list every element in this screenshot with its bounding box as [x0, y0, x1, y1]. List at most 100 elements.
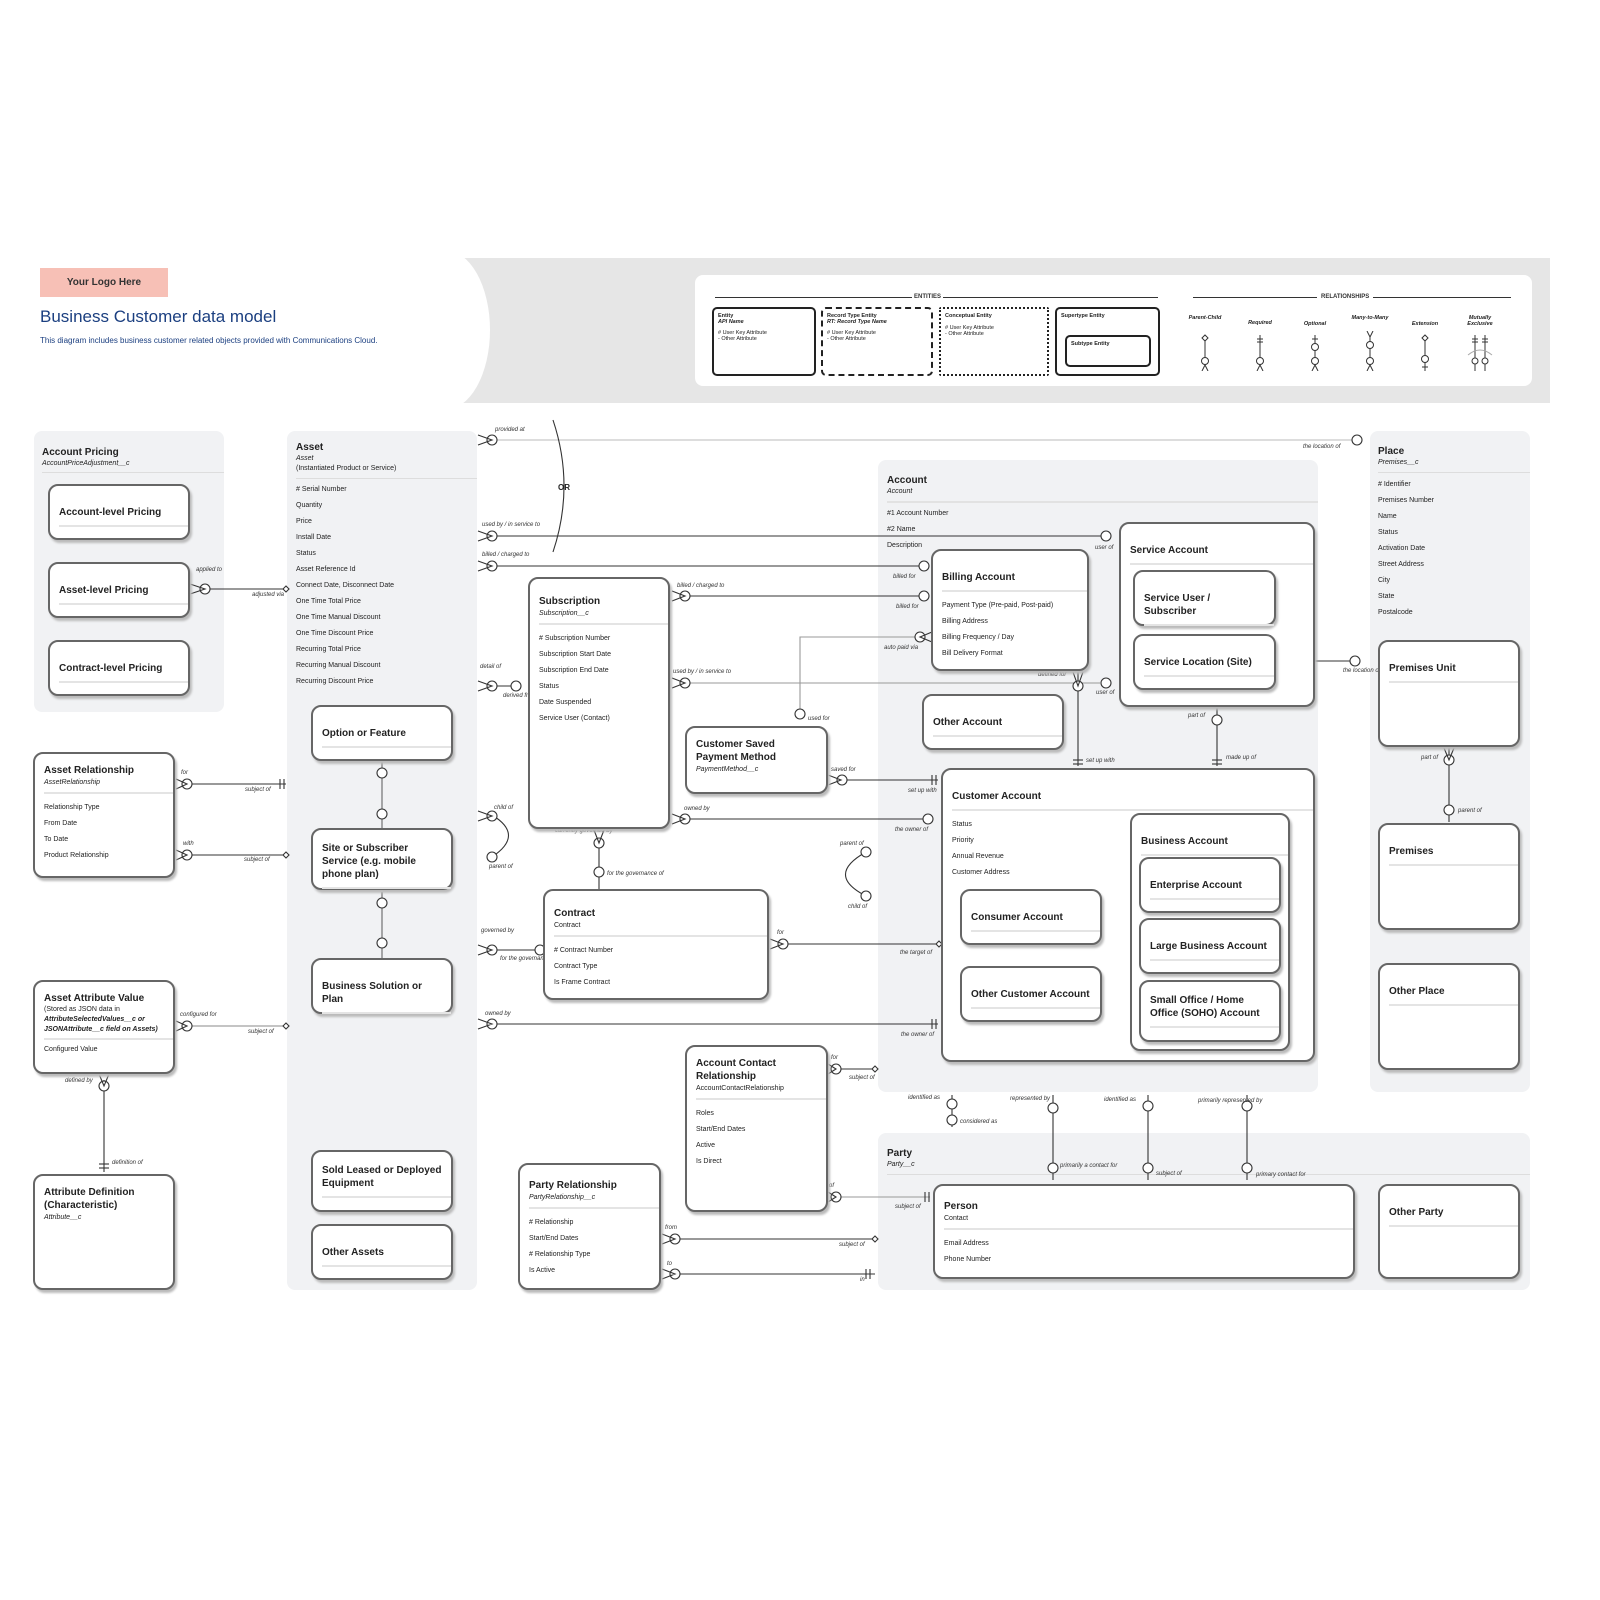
entity-description: AttributeSelectedValues__c or — [44, 1016, 145, 1023]
relationship-label: primarily a contact for — [1060, 1163, 1118, 1169]
relationship-label: subject of — [1156, 1171, 1182, 1177]
relationship-label: parent of — [1458, 808, 1482, 814]
attribute: Payment Type (Pre-paid, Post-paid) — [942, 602, 1054, 609]
entity-large-business-account[interactable]: Large Business Account — [1139, 918, 1281, 974]
attribute: To Date — [44, 836, 69, 843]
entity-premises-unit[interactable]: Premises Unit — [1378, 640, 1520, 747]
entity-title: Service Location (Site) — [1144, 657, 1252, 668]
entity-title: Consumer Account — [971, 912, 1063, 923]
relationship-label: the location of — [1343, 668, 1381, 674]
relationship-label: from — [665, 1225, 677, 1231]
entity-title: Other Place — [1389, 986, 1445, 997]
relationship-label: used for — [808, 716, 830, 722]
entity-other-customer-account[interactable]: Other Customer Account — [960, 966, 1102, 1022]
attribute: Service User (Contact) — [539, 715, 610, 722]
relationship-label: the location of — [1303, 444, 1341, 450]
relationship-label: set up with — [908, 788, 937, 794]
entity-title: Customer Account — [952, 791, 1042, 802]
relationship-label: made up of — [1226, 755, 1257, 761]
relationship-label: in — [860, 1277, 865, 1283]
entity-billing-account[interactable]: Billing Account Payment Type (Pre-paid, … — [931, 549, 1089, 671]
entity-account-level-pricing[interactable]: Account-level Pricing — [48, 484, 190, 540]
entity-enterprise-account[interactable]: Enterprise Account — [1139, 857, 1281, 913]
entity-soho-account[interactable]: Small Office / Home Office (SOHO) Accoun… — [1139, 980, 1281, 1042]
relationship-label: to — [667, 1261, 673, 1267]
relationship-label: subject of — [849, 1075, 875, 1081]
entity-title: Other Customer Account — [971, 989, 1090, 1000]
entity-title: Site or Subscriber Service (e.g. mobile … — [322, 843, 416, 880]
attribute: Product Relationship — [44, 852, 109, 859]
entity-other-party[interactable]: Other Party — [1378, 1184, 1520, 1279]
attribute: Billing Frequency / Day — [942, 634, 1014, 641]
entity-attribute-definition[interactable]: Attribute Definition (Characteristic) At… — [33, 1174, 175, 1290]
entity-asset-attribute-value[interactable]: Asset Attribute Value (Stored as JSON da… — [33, 980, 175, 1074]
entity-title: Contract-level Pricing — [59, 663, 163, 674]
attribute: # Contract Number — [554, 947, 614, 954]
entity-title: Option or Feature — [322, 728, 406, 739]
entity-title: Party Relationship — [529, 1180, 617, 1191]
entity-title: Other Account — [933, 717, 1003, 728]
relationship-label: identified as — [908, 1095, 941, 1101]
entity-title: Billing Account — [942, 572, 1015, 583]
relationship-label: the target of — [900, 950, 933, 956]
relationship-label: user of — [1096, 690, 1115, 696]
entity-site-or-subscriber-service[interactable]: Site or Subscriber Service (e.g. mobile … — [311, 828, 453, 890]
entity-title: Subscription — [539, 596, 601, 607]
relationship-label: configured for — [180, 1012, 217, 1018]
entity-title: Service Account — [1130, 545, 1208, 556]
entity-api-name: AssetRelationship — [44, 779, 101, 786]
entity-title: Attribute Definition (Characteristic) — [44, 1187, 135, 1211]
relationship-label: for — [777, 930, 785, 936]
relationship-label: for the governance of — [607, 871, 664, 877]
entity-person[interactable]: Person Contact Email Address Phone Number — [933, 1184, 1355, 1279]
relationship-label: represented by — [1010, 1096, 1051, 1102]
relationship-label: primary contact for — [1256, 1172, 1306, 1178]
attribute: Relationship Type — [44, 804, 100, 811]
entity-service-location[interactable]: Service Location (Site) — [1133, 634, 1276, 690]
entity-title: Contract — [554, 908, 596, 919]
entity-asset-level-pricing[interactable]: Asset-level Pricing — [48, 562, 190, 618]
entity-other-account[interactable]: Other Account — [922, 694, 1064, 750]
entity-title: Large Business Account — [1150, 941, 1267, 952]
relationship-lines — [98, 419, 1455, 1280]
entity-title: Small Office / Home Office (SOHO) Accoun… — [1150, 995, 1260, 1019]
relationship-label: adjusted via — [252, 592, 285, 598]
entity-title: Account Contact Relationship — [696, 1058, 776, 1082]
relationship-label: owned by — [485, 1011, 511, 1017]
entity-premises[interactable]: Premises — [1378, 823, 1520, 930]
attribute: Subscription End Date — [539, 667, 609, 674]
attribute: Start/End Dates — [696, 1126, 746, 1133]
entity-option-or-feature[interactable]: Option or Feature — [311, 705, 453, 761]
entity-sold-leased-equipment[interactable]: Sold Leased or Deployed Equipment — [311, 1150, 453, 1212]
entity-account-contact-relationship[interactable]: Account Contact Relationship AccountCont… — [685, 1045, 828, 1212]
attribute: Roles — [696, 1110, 714, 1117]
entity-api-name: Contract — [554, 922, 581, 929]
relationship-label: definition of — [112, 1160, 143, 1166]
relationship-label: subject of — [245, 787, 271, 793]
entity-title: Other Party — [1389, 1207, 1444, 1218]
relationship-label: defined by — [65, 1078, 93, 1084]
entity-business-solution-or-plan[interactable]: Business Solution or Plan — [311, 958, 453, 1014]
entity-other-assets[interactable]: Other Assets — [311, 1224, 453, 1280]
entity-service-user-subscriber[interactable]: Service User / Subscriber — [1133, 570, 1276, 626]
relationship-label: parent of — [489, 864, 513, 870]
entity-customer-saved-payment-method[interactable]: Customer Saved Payment Method PaymentMet… — [685, 726, 828, 794]
relationship-label: subject of — [895, 1204, 921, 1210]
entity-other-place[interactable]: Other Place — [1378, 963, 1520, 1070]
relationship-label: the owner of — [895, 827, 929, 833]
entity-contract-level-pricing[interactable]: Contract-level Pricing — [48, 640, 190, 696]
relationship-label: identified as — [1104, 1097, 1137, 1103]
entity-asset-relationship[interactable]: Asset Relationship AssetRelationship Rel… — [33, 752, 175, 878]
entity-party-relationship[interactable]: Party Relationship PartyRelationship__c … — [518, 1163, 661, 1290]
entity-contract[interactable]: Contract Contract # Contract Number Contr… — [543, 889, 769, 1000]
relationship-label: set up with — [1086, 758, 1115, 764]
relationship-label: applied to — [196, 567, 223, 573]
entity-title: Account-level Pricing — [59, 507, 162, 518]
relationship-label: used by / in service to — [482, 522, 541, 528]
attribute: Active — [696, 1142, 716, 1149]
entity-api-name: PartyRelationship__c — [529, 1194, 596, 1201]
entity-api-name: Attribute__c — [44, 1214, 82, 1221]
attribute: Status — [539, 683, 559, 690]
entity-consumer-account[interactable]: Consumer Account — [960, 889, 1102, 945]
entity-subscription[interactable]: Subscription Subscription__c # Subscript… — [528, 577, 670, 829]
